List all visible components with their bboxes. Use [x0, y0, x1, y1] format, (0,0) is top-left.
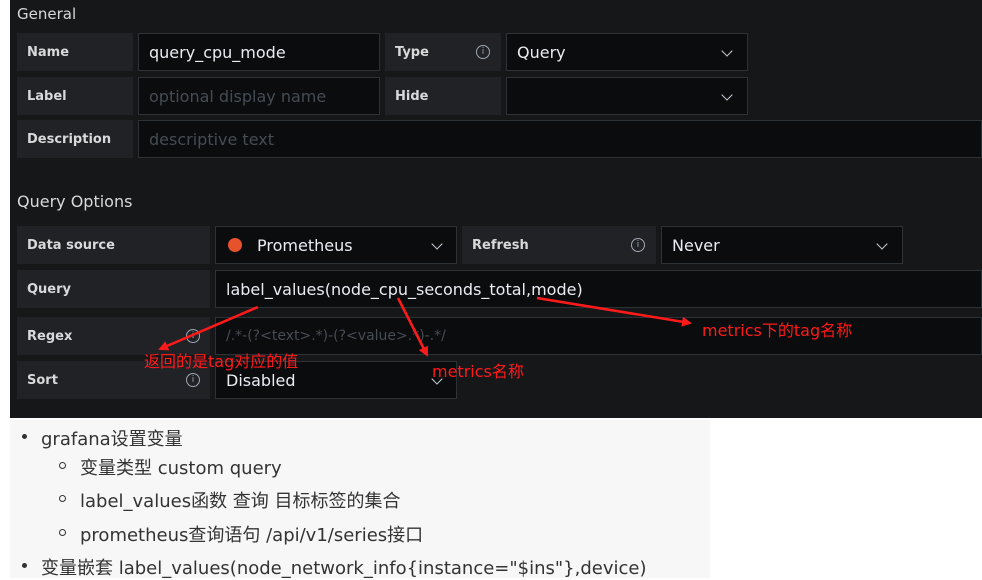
note-item-nested-variable: 变量嵌套 label_values(node_network_info{inst…: [41, 558, 647, 579]
circle-bullet-icon: [59, 462, 66, 469]
circle-bullet-icon: [59, 495, 66, 502]
annotation-metrics-tag: metrics下的tag名称: [702, 321, 853, 340]
note-subitem-prometheus-query: prometheus查询语句 /api/v1/series接口: [80, 525, 424, 546]
bullet-icon: [22, 563, 27, 568]
metrics-name-arrow: [396, 297, 429, 357]
metrics-tag-arrow: [536, 296, 692, 327]
circle-bullet-icon: [59, 529, 66, 536]
return-value-arrow: [158, 305, 259, 351]
annotation-metrics-name: metrics名称: [432, 362, 524, 381]
annotation-return-value: 返回的是tag对应的值: [144, 352, 299, 371]
bullet-icon: [22, 434, 27, 439]
note-item-grafana-variable: grafana设置变量: [41, 429, 183, 450]
note-subitem-variable-type: 变量类型 custom query: [80, 458, 282, 479]
note-subitem-label-values: label_values函数 查询 目标标签的集合: [80, 491, 401, 512]
